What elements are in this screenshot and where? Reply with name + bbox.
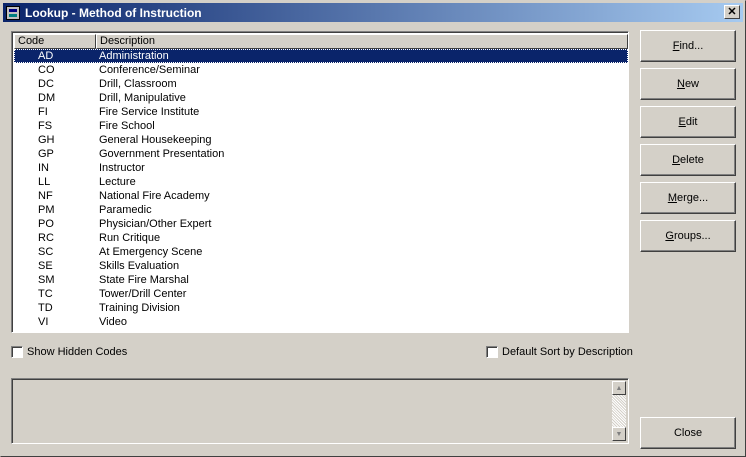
- list-item[interactable]: SC At Emergency Scene: [14, 245, 628, 259]
- list-item[interactable]: VI Video: [14, 315, 628, 329]
- button-label: Delete: [672, 154, 704, 166]
- button-label: New: [676, 78, 699, 90]
- row-description: Physician/Other Expert: [99, 218, 212, 230]
- list-item[interactable]: DM Drill, Manipulative: [14, 91, 628, 105]
- row-code: AD: [38, 50, 54, 62]
- list-item[interactable]: GP Government Presentation: [14, 147, 628, 161]
- row-code: CO: [38, 64, 55, 76]
- notes-textarea[interactable]: ▲ ▼: [11, 378, 629, 444]
- lookup-dialog: Lookup - Method of Instruction ✕ Code De…: [0, 0, 746, 457]
- row-description: Conference/Seminar: [99, 64, 200, 76]
- list-item[interactable]: FI Fire Service Institute: [14, 105, 628, 119]
- list-item[interactable]: NF National Fire Academy: [14, 189, 628, 203]
- edit-button[interactable]: Edit: [640, 106, 736, 138]
- list-item[interactable]: FS Fire School: [14, 119, 628, 133]
- checkbox-box[interactable]: [486, 346, 498, 358]
- row-description: State Fire Marshal: [99, 274, 189, 286]
- scroll-up-icon[interactable]: ▲: [612, 381, 626, 395]
- row-description: National Fire Academy: [99, 190, 210, 202]
- checkbox-label: Show Hidden Codes: [27, 346, 128, 358]
- row-code: GP: [38, 148, 54, 160]
- button-label: Edit: [678, 116, 698, 128]
- button-label: Merge...: [667, 192, 709, 204]
- list-item[interactable]: GH General Housekeeping: [14, 133, 628, 147]
- list-item[interactable]: CO Conference/Seminar: [14, 63, 628, 77]
- list-item[interactable]: RC Run Critique: [14, 231, 628, 245]
- window-title: Lookup - Method of Instruction: [25, 5, 202, 20]
- codes-list[interactable]: Code Description AD Administration CO Confe…: [11, 31, 629, 333]
- row-code: GH: [38, 134, 55, 146]
- list-item[interactable]: SM State Fire Marshal: [14, 273, 628, 287]
- list-item[interactable]: SE Skills Evaluation: [14, 259, 628, 273]
- row-code: DM: [38, 92, 56, 104]
- row-code: TD: [38, 302, 53, 314]
- vertical-scrollbar[interactable]: ▲ ▼: [612, 381, 626, 441]
- default-sort-checkbox[interactable]: Default Sort by Description: [486, 346, 633, 358]
- list-item[interactable]: TD Training Division: [14, 301, 628, 315]
- title-bar[interactable]: Lookup - Method of Instruction ✕: [3, 3, 743, 22]
- show-hidden-codes-checkbox[interactable]: Show Hidden Codes: [11, 346, 127, 358]
- row-code: PO: [38, 218, 54, 230]
- app-icon: [6, 5, 20, 20]
- list-item[interactable]: PO Physician/Other Expert: [14, 217, 628, 231]
- delete-button[interactable]: Delete: [640, 144, 736, 176]
- row-code: TC: [38, 288, 53, 300]
- list-item[interactable]: AD Administration: [14, 49, 628, 63]
- column-header-code[interactable]: Code: [14, 34, 96, 49]
- row-code: PM: [38, 204, 55, 216]
- close-button[interactable]: Close: [640, 417, 736, 449]
- row-description: Paramedic: [99, 204, 152, 216]
- row-code: SE: [38, 260, 53, 272]
- button-label: Find...: [672, 40, 704, 52]
- row-code: SM: [38, 274, 55, 286]
- row-code: FI: [38, 106, 48, 118]
- merge-button[interactable]: Merge...: [640, 182, 736, 214]
- row-description: Skills Evaluation: [99, 260, 180, 272]
- row-description: Fire School: [99, 120, 155, 132]
- row-description: Tower/Drill Center: [99, 288, 187, 300]
- list-rows: AD Administration CO Conference/Seminar DC Dr…: [14, 49, 628, 329]
- row-description: Administration: [99, 50, 169, 62]
- button-label: Groups...: [665, 230, 711, 242]
- new-button[interactable]: New: [640, 68, 736, 100]
- checkbox-label: Default Sort by Description: [502, 346, 633, 358]
- row-description: Government Presentation: [99, 148, 225, 160]
- find-button[interactable]: Find...: [640, 30, 736, 62]
- row-code: IN: [38, 162, 49, 174]
- list-item[interactable]: IN Instructor: [14, 161, 628, 175]
- list-item[interactable]: TC Tower/Drill Center: [14, 287, 628, 301]
- row-code: FS: [38, 120, 53, 132]
- row-description: General Housekeeping: [99, 134, 212, 146]
- list-item[interactable]: LL Lecture: [14, 175, 628, 189]
- row-code: SC: [38, 246, 54, 258]
- row-description: Drill, Classroom: [99, 78, 177, 90]
- list-item[interactable]: PM Paramedic: [14, 203, 628, 217]
- list-header: Code Description: [14, 34, 628, 49]
- close-icon[interactable]: ✕: [724, 5, 740, 19]
- row-description: Training Division: [99, 302, 180, 314]
- row-description: Drill, Manipulative: [99, 92, 186, 104]
- checkbox-box[interactable]: [11, 346, 23, 358]
- row-code: RC: [38, 232, 54, 244]
- column-header-description[interactable]: Description: [96, 34, 628, 49]
- scroll-down-icon[interactable]: ▼: [612, 427, 626, 441]
- row-description: At Emergency Scene: [99, 246, 203, 258]
- row-code: DC: [38, 78, 54, 90]
- row-description: Fire Service Institute: [99, 106, 200, 118]
- row-description: Lecture: [99, 176, 136, 188]
- list-item[interactable]: DC Drill, Classroom: [14, 77, 628, 91]
- row-description: Run Critique: [99, 232, 161, 244]
- row-description: Instructor: [99, 162, 145, 174]
- row-code: VI: [38, 316, 49, 328]
- row-code: LL: [38, 176, 51, 188]
- groups-button[interactable]: Groups...: [640, 220, 736, 252]
- button-label: Close: [673, 427, 703, 439]
- row-code: NF: [38, 190, 53, 202]
- row-description: Video: [99, 316, 127, 328]
